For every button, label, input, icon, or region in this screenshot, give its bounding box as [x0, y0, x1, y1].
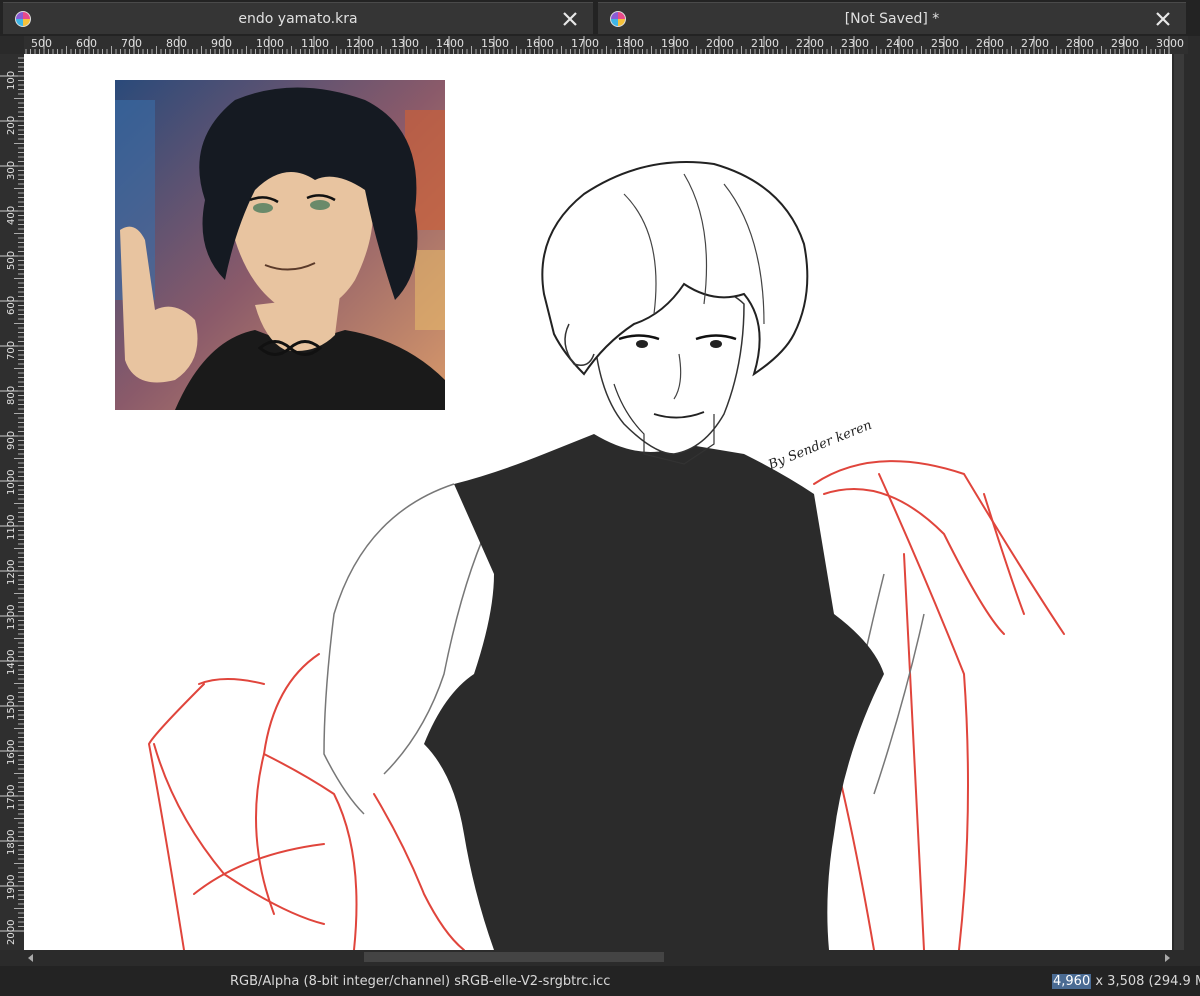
vertical-scrollbar[interactable]: [1172, 54, 1200, 950]
ruler-label: 2200: [796, 37, 824, 50]
ruler-label: 1500: [481, 37, 509, 50]
ruler-label: 1800: [616, 37, 644, 50]
horizontal-ruler[interactable]: 500 600 700 800 900 1000 1100 1200 1300 1400 1500 1…: [24, 36, 1188, 55]
ruler-label: 2800: [1066, 37, 1094, 50]
horizontal-scrollbar[interactable]: [24, 950, 1176, 966]
ruler-label: 700: [121, 37, 142, 50]
ruler-label: 200: [6, 116, 17, 135]
ruler-label: 2500: [931, 37, 959, 50]
ruler-label: 2900: [1111, 37, 1139, 50]
ruler-label: 1000: [6, 470, 17, 495]
ruler-label: 1800: [6, 830, 17, 855]
ruler-label: 1500: [6, 695, 17, 720]
ruler-label: 1700: [6, 785, 17, 810]
ruler-label: 500: [31, 37, 52, 50]
document-tab-bar: endo yamato.kra [Not Saved] *: [0, 0, 1200, 36]
ruler-label: 900: [211, 37, 232, 50]
ruler-label: 1300: [391, 37, 419, 50]
drawing-canvas[interactable]: By Sender keren: [24, 54, 1172, 950]
status-bar: RGB/Alpha (8-bit integer/channel) sRGB-e…: [0, 966, 1200, 996]
ruler-label: 2000: [706, 37, 734, 50]
ruler-label: 600: [76, 37, 97, 50]
color-profile-label[interactable]: RGB/Alpha (8-bit integer/channel) sRGB-e…: [230, 974, 610, 989]
ruler-label: 900: [6, 431, 17, 450]
ruler-corner: [0, 36, 24, 54]
tab-title: [Not Saved] *: [844, 11, 940, 27]
close-icon[interactable]: [1154, 10, 1172, 28]
ruler-label: 1100: [301, 37, 329, 50]
close-icon[interactable]: [561, 10, 579, 28]
ruler-label: 3000: [1156, 37, 1184, 50]
tab-title: endo yamato.kra: [238, 11, 358, 27]
ruler-label: 2400: [886, 37, 914, 50]
ruler-label: 1400: [436, 37, 464, 50]
ruler-label: 700: [6, 341, 17, 360]
ruler-label: 1100: [6, 515, 17, 540]
ruler-label: 1200: [346, 37, 374, 50]
tab-not-saved[interactable]: [Not Saved] *: [598, 2, 1186, 34]
image-size-label[interactable]: 4,960 x 3,508 (294.9 MiB): [1052, 974, 1200, 989]
scroll-left-icon[interactable]: [26, 953, 36, 963]
ruler-label: 2100: [751, 37, 779, 50]
ruler-label: 300: [6, 161, 17, 180]
image-width-value: 4,960: [1052, 974, 1092, 989]
ruler-label: 1000: [256, 37, 284, 50]
ruler-label: 2600: [976, 37, 1004, 50]
ruler-label: 1300: [6, 605, 17, 630]
ruler-label: 100: [6, 71, 17, 90]
shirt-shape: [424, 434, 884, 950]
ruler-label: 1600: [526, 37, 554, 50]
ruler-label: 2300: [841, 37, 869, 50]
vertical-scroll-track[interactable]: [1174, 54, 1184, 950]
ruler-label: 800: [166, 37, 187, 50]
horizontal-scroll-thumb[interactable]: [364, 952, 664, 962]
image-size-rest: x 3,508 (294.9 MiB): [1095, 974, 1200, 989]
ruler-label: 1600: [6, 740, 17, 765]
ruler-label: 1400: [6, 650, 17, 675]
scroll-right-icon[interactable]: [1162, 953, 1172, 963]
reference-image: [115, 80, 445, 410]
ruler-label: 2700: [1021, 37, 1049, 50]
ruler-label: 1700: [571, 37, 599, 50]
vertical-ruler[interactable]: 100 200 300 400 500 600 700 800 900 1000 1100 1200 1…: [0, 54, 24, 950]
ruler-label: 1900: [6, 875, 17, 900]
ruler-label: 400: [6, 206, 17, 225]
ruler-label: 1900: [661, 37, 689, 50]
ruler-label: 1200: [6, 560, 17, 585]
krita-icon: [610, 11, 626, 27]
ruler-label: 500: [6, 251, 17, 270]
tab-endo-yamato[interactable]: endo yamato.kra: [3, 2, 593, 34]
ruler-label: 600: [6, 296, 17, 315]
ruler-label: 800: [6, 386, 17, 405]
ruler-label: 2000: [6, 920, 17, 945]
